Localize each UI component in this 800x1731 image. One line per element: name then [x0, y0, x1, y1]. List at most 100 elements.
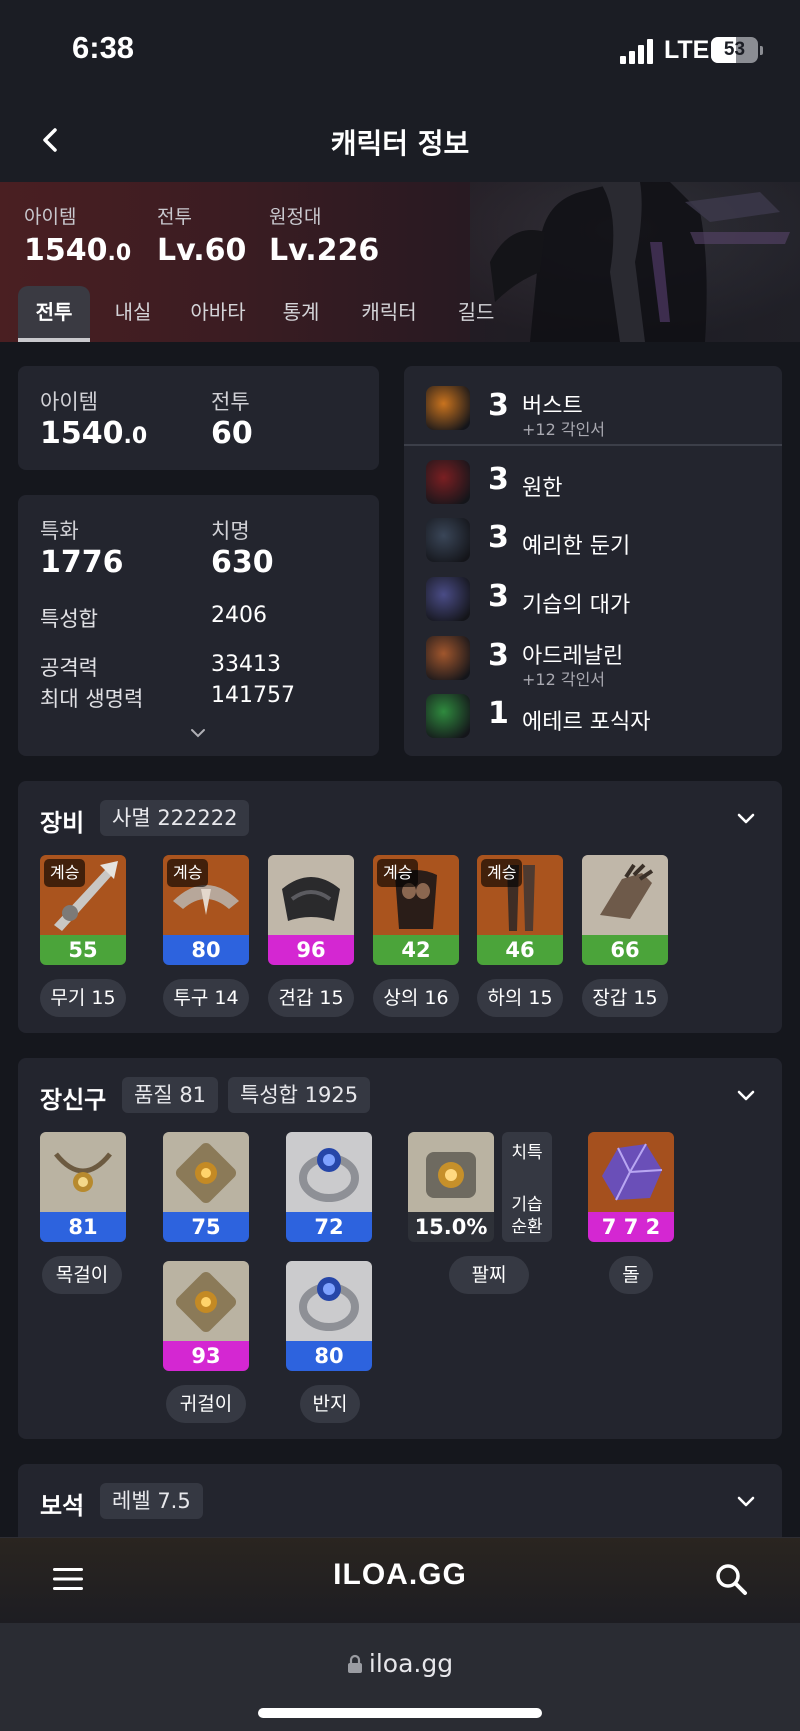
equip-shoulder-label: 견갑 15 [268, 979, 354, 1017]
engraving-level: 3 [488, 579, 509, 614]
stat-spec-value: 1776 [40, 545, 124, 580]
ability-stone-icon [588, 1132, 674, 1212]
engraving-name: 예리한 둔기 [522, 534, 631, 559]
ring-icon [286, 1132, 372, 1212]
bottom-app-bar: ILOA.GG [0, 1537, 800, 1623]
accessories-title: 장신구 [40, 1086, 107, 1114]
engraving-item[interactable]: 3 기습의 대가 [404, 571, 784, 629]
equip-chest[interactable]: 계승 42 [373, 855, 459, 965]
hero-combat-level: 전투 Lv.60 [157, 202, 246, 268]
engraving-item[interactable]: 3 원한 [404, 454, 784, 512]
divider [404, 444, 782, 446]
stats-expand-icon[interactable] [190, 727, 206, 739]
hero-item-value: 1540.0 [24, 233, 132, 268]
engraving-item[interactable]: 3 아드레날린 +12 각인서 [404, 630, 784, 689]
quality-value: 96 [268, 935, 354, 965]
stat-atk-label: 공격력 [40, 656, 98, 680]
accessories-expand-icon[interactable] [736, 1086, 756, 1106]
necklace-icon [40, 1132, 126, 1212]
engraving-item[interactable]: 3 버스트 +12 각인서 [404, 380, 784, 439]
hero-item-label: 아이템 [24, 206, 77, 228]
tab-stats[interactable]: 통계 [268, 286, 334, 342]
signal-icon [620, 38, 656, 64]
hero-roster-level: 원정대 Lv.226 [269, 202, 379, 268]
inherit-badge: 계승 [44, 859, 86, 887]
acc-earring-2[interactable]: 93 [163, 1261, 249, 1371]
bracelet-effect-1: 치특 [511, 1143, 543, 1163]
inherit-badge: 계승 [377, 859, 419, 887]
equip-weapon-label: 무기 15 [40, 979, 126, 1017]
acc-necklace[interactable]: 81 [40, 1132, 126, 1242]
stone-label: 돌 [609, 1256, 653, 1294]
quality-value: 80 [163, 935, 249, 965]
engraving-book: +12 각인서 [522, 670, 606, 689]
url-field[interactable]: iloa.gg [0, 1649, 800, 1678]
search-icon[interactable] [714, 1562, 748, 1596]
quality-value: 81 [40, 1212, 126, 1242]
hero-combat-label: 전투 [157, 206, 192, 228]
stat-hp-label: 최대 생명력 [40, 687, 144, 711]
engraving-level: 3 [488, 520, 509, 555]
tab-guild[interactable]: 길드 [444, 286, 508, 342]
url-text: iloa.gg [368, 1649, 454, 1678]
quality-value: 66 [582, 935, 668, 965]
engraving-item[interactable]: 3 예리한 둔기 [404, 512, 784, 570]
bracelet-label: 팔찌 [449, 1256, 529, 1294]
stat-atk-value: 33413 [211, 652, 281, 677]
battery-cap [760, 46, 763, 55]
earring-icon [163, 1132, 249, 1212]
gems-title: 보석 [40, 1492, 85, 1520]
engraving-name: 에테르 포식자 [522, 710, 651, 735]
acc-stone[interactable]: 7 7 2 [588, 1132, 674, 1242]
equip-shoulder[interactable]: 96 [268, 855, 354, 965]
equip-weapon[interactable]: 계승 55 [40, 855, 126, 965]
quality-value: 72 [286, 1212, 372, 1242]
tab-avatar[interactable]: 아바타 [178, 286, 258, 342]
bracelet-percent: 15.0% [408, 1212, 494, 1242]
battery-icon: 53 [711, 37, 758, 63]
inherit-badge: 계승 [167, 859, 209, 887]
summary-item-label: 아이템 [40, 390, 98, 414]
engravings-card: 3 버스트 +12 각인서 3 원한 3 예리한 둔기 3 기습의 대가 3 아… [404, 366, 782, 756]
stats-card: 특화 1776 치명 630 특성합 2406 공격력 33413 최대 생명력… [18, 495, 379, 756]
nav-header: 캐릭터 정보 [0, 100, 800, 182]
summary-combat-label: 전투 [211, 390, 250, 414]
quality-chip: 품질 81 [122, 1077, 219, 1113]
acc-earring[interactable]: 75 [163, 1132, 249, 1242]
equipment-expand-icon[interactable] [736, 809, 756, 829]
tab-character[interactable]: 캐릭터 [344, 286, 434, 342]
acc-bracelet[interactable]: 15.0% [408, 1132, 494, 1242]
gloves-icon [582, 855, 668, 935]
engraving-name: 원한 [522, 476, 563, 501]
level-summary-card: 아이템 1540.0 전투 60 [18, 366, 379, 470]
browser-url-bar[interactable]: iloa.gg [0, 1623, 800, 1731]
character-hero: 아이템 1540.0 전투 Lv.60 원정대 Lv.226 전투 내실 아바타… [0, 182, 800, 342]
stat-spec-label: 특화 [40, 519, 79, 543]
adrenaline-icon [426, 636, 470, 680]
tab-combat[interactable]: 전투 [18, 286, 90, 342]
tab-inner[interactable]: 내실 [100, 286, 166, 342]
character-portrait [470, 182, 800, 342]
equipment-card: 장비 사멸 222222 계승 55 무기 15 계승 80 투구 14 96 [18, 781, 782, 1033]
quality-value: 46 [477, 935, 563, 965]
engraving-item[interactable]: 1 에테르 포식자 [404, 688, 784, 746]
engraving-book: +12 각인서 [522, 420, 606, 439]
set-chip: 사멸 222222 [100, 800, 250, 836]
quality-value: 55 [40, 935, 126, 965]
equip-helmet[interactable]: 계승 80 [163, 855, 249, 965]
bracelet-effects: 치특 기습 순환 [502, 1132, 552, 1242]
site-logo[interactable]: ILOA.GG [0, 1558, 800, 1592]
acc-ring-2[interactable]: 80 [286, 1261, 372, 1371]
equip-gloves[interactable]: 66 [582, 855, 668, 965]
acc-ring[interactable]: 72 [286, 1132, 372, 1242]
keen-blunt-icon [426, 518, 470, 562]
stat-total-chip: 특성합 1925 [228, 1077, 371, 1113]
quality-value: 42 [373, 935, 459, 965]
home-indicator[interactable] [258, 1708, 542, 1718]
gems-expand-icon[interactable] [736, 1492, 756, 1512]
master-ambush-icon [426, 577, 470, 621]
bracelet-icon [408, 1132, 494, 1212]
equipment-title: 장비 [40, 809, 85, 837]
stat-total-value: 2406 [211, 603, 267, 628]
equip-pants[interactable]: 계승 46 [477, 855, 563, 965]
